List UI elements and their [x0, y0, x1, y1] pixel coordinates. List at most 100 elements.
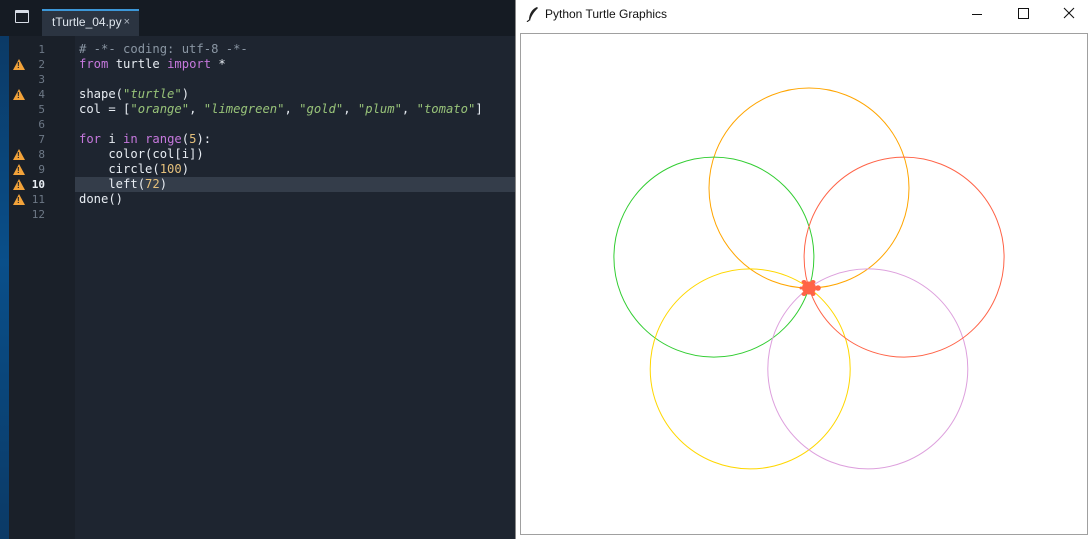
tab-file[interactable]: tTurtle_04.py ×: [42, 9, 139, 36]
code-token: 72: [145, 177, 160, 191]
code-token: range: [145, 132, 182, 146]
code-token: ]: [475, 102, 483, 116]
code-line[interactable]: [75, 117, 515, 132]
code-token: ): [181, 87, 190, 101]
desktop-background: [0, 36, 9, 539]
code-line[interactable]: from turtle import *: [75, 57, 515, 72]
code-line[interactable]: # -*- coding: utf-8 -*-: [75, 42, 515, 57]
code-token: ): [181, 162, 190, 176]
minimize-button[interactable]: [954, 0, 1000, 30]
line-number: 4: [38, 88, 45, 101]
code-token: "tomato": [416, 102, 476, 116]
circle-limegreen: [613, 156, 815, 358]
code-token: col = [: [79, 102, 131, 116]
code-token: import: [167, 57, 212, 71]
code-token: done(): [79, 192, 124, 206]
code-token: turtle: [108, 57, 168, 71]
code-token: ,: [284, 102, 300, 116]
code-token: ,: [401, 102, 417, 116]
feather-icon: [526, 7, 538, 22]
code-token: ,: [189, 102, 204, 116]
gutter-line: 12: [9, 207, 75, 222]
code-line[interactable]: done(): [75, 192, 515, 207]
code-line[interactable]: left(72): [75, 177, 515, 192]
code-token: *: [211, 57, 226, 71]
line-number: 10: [31, 178, 45, 191]
code-line[interactable]: shape("turtle"): [75, 87, 515, 102]
line-number: 11: [31, 193, 45, 206]
line-number: 3: [38, 73, 45, 86]
warning-icon[interactable]: [13, 164, 25, 175]
warning-icon[interactable]: [13, 59, 25, 70]
warning-icon[interactable]: [13, 179, 25, 190]
warning-icon[interactable]: [13, 194, 25, 205]
gutter-line: 5: [9, 102, 75, 117]
code-token: "limegreen": [203, 102, 285, 116]
tab-close-icon[interactable]: ×: [124, 16, 130, 28]
gutter-line: 6: [9, 117, 75, 132]
gutter-line: 11: [9, 192, 75, 207]
tab-label: tTurtle_04.py: [52, 15, 122, 29]
line-gutter: 123456789101112: [9, 36, 75, 539]
turtle-canvas[interactable]: [520, 33, 1088, 535]
line-number: 6: [38, 118, 45, 131]
code-token: "turtle": [123, 87, 182, 101]
maximize-icon: [1018, 8, 1029, 19]
line-number: 8: [38, 148, 45, 161]
code-token: (: [181, 132, 190, 146]
gutter-line: 2: [9, 57, 75, 72]
code-line[interactable]: [75, 72, 515, 87]
code-token: i: [101, 132, 124, 146]
code-line[interactable]: [75, 207, 515, 222]
minimize-icon: [972, 14, 982, 15]
warning-icon[interactable]: [13, 149, 25, 160]
tab-bar: tTurtle_04.py ×: [0, 0, 515, 36]
code-line[interactable]: col = ["orange", "limegreen", "gold", "p…: [75, 102, 515, 117]
code-token: # -*- coding: utf-8 -*-: [79, 42, 248, 56]
maximize-button[interactable]: [1000, 0, 1046, 30]
window-title: Python Turtle Graphics: [545, 7, 668, 21]
circle-plum: [767, 268, 969, 470]
sidebar-toggle-icon[interactable]: [15, 10, 29, 23]
gutter-line: 8: [9, 147, 75, 162]
code-token: ,: [343, 102, 358, 116]
code-token: "orange": [130, 102, 190, 116]
window-titlebar[interactable]: Python Turtle Graphics: [516, 0, 1091, 30]
gutter-line: 4: [9, 87, 75, 102]
code-token: 100: [159, 162, 182, 176]
code-token: from: [79, 57, 109, 71]
code-token: "gold": [299, 102, 344, 116]
code-token: ):: [196, 132, 212, 146]
warning-icon[interactable]: [13, 89, 25, 100]
gutter-line: 9: [9, 162, 75, 177]
close-button[interactable]: [1046, 0, 1091, 30]
line-number: 1: [38, 43, 45, 56]
code-token: for: [79, 132, 102, 146]
circle-gold: [649, 268, 851, 470]
gutter-line: 10: [9, 177, 75, 192]
code-token: "plum": [357, 102, 402, 116]
line-number: 5: [38, 103, 45, 116]
gutter-line: 1: [9, 42, 75, 57]
circle-orange: [708, 87, 910, 289]
gutter-line: 7: [9, 132, 75, 147]
code-line[interactable]: color(col[i]): [75, 147, 515, 162]
code-token: in: [123, 132, 138, 146]
line-number: 12: [31, 208, 45, 221]
line-number: 2: [38, 58, 45, 71]
code-line[interactable]: for i in range(5):: [75, 132, 515, 147]
code-token: color(col[i]): [79, 147, 204, 161]
code-token: shape(: [79, 87, 124, 101]
code-editor: tTurtle_04.py × 123456789101112 # -*- co…: [0, 0, 515, 539]
code-token: ): [159, 177, 168, 191]
turtle-graphics-window: Python Turtle Graphics: [515, 0, 1091, 539]
line-number: 9: [38, 163, 45, 176]
code-token: circle(: [79, 162, 160, 176]
code-area[interactable]: # -*- coding: utf-8 -*- from turtle impor…: [75, 36, 515, 539]
close-icon: [1063, 7, 1075, 19]
code-line[interactable]: circle(100): [75, 162, 515, 177]
drawing-svg: [613, 87, 1005, 470]
line-number: 7: [38, 133, 45, 146]
code-token: left(: [79, 177, 146, 191]
